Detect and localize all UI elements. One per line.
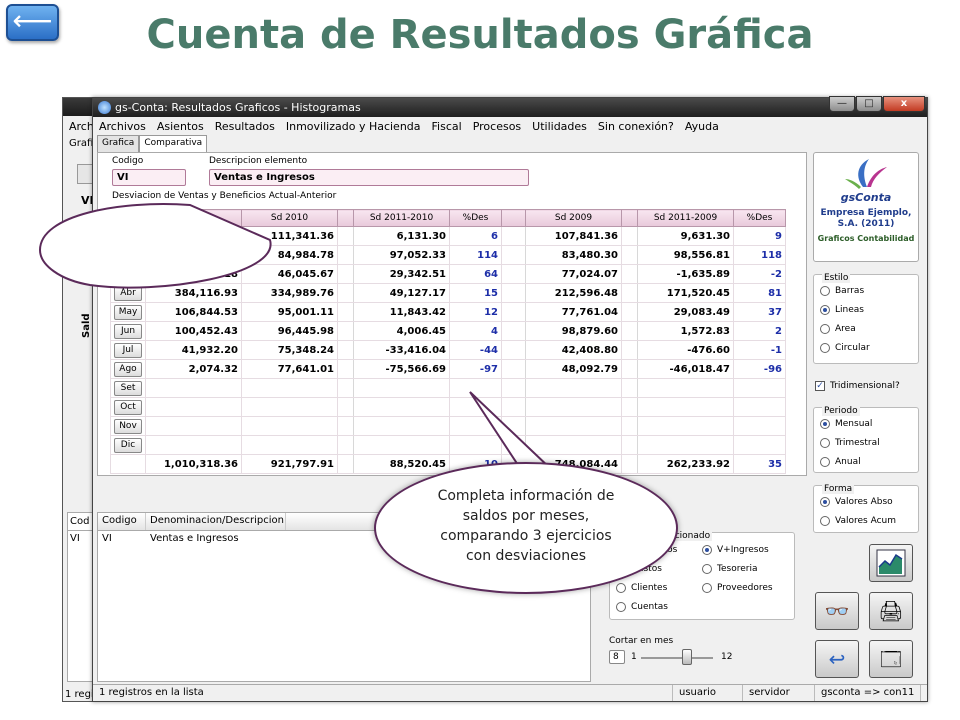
callout-info-text: Completa información de saldos por meses…: [437, 488, 615, 564]
slide: ⟵ Cuenta de Resultados Gráfica Arch Graf…: [0, 0, 960, 720]
callout-pointers: [38, 203, 555, 472]
callout-info: Completa información de saldos por meses…: [374, 462, 678, 594]
